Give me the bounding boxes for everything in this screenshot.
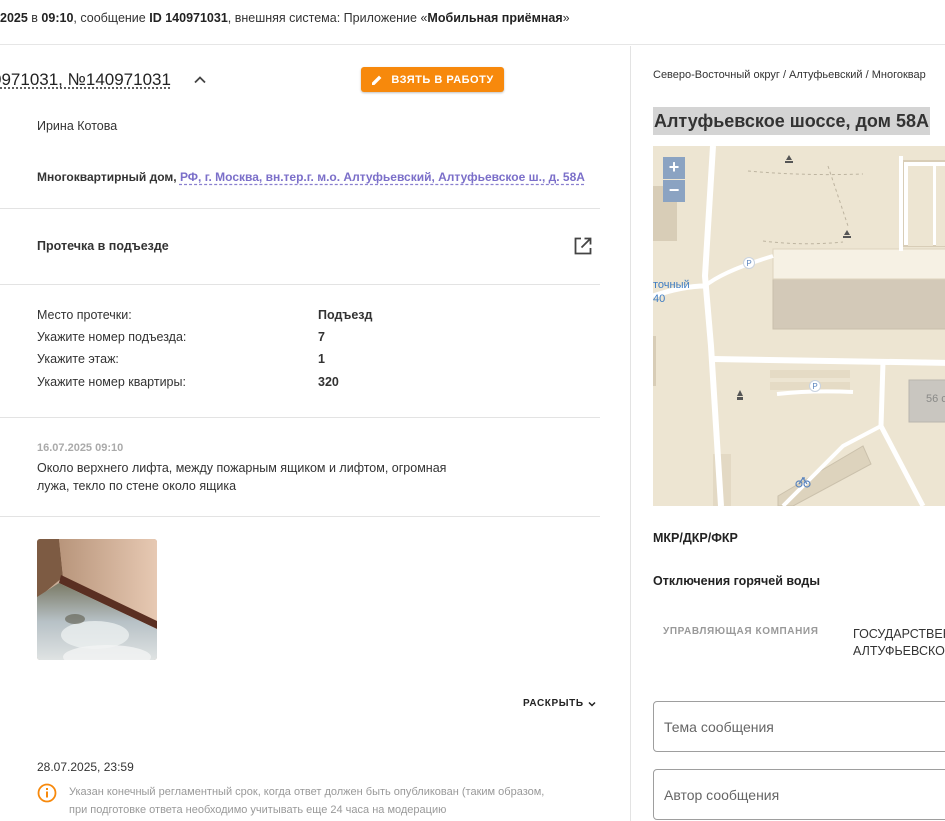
author-input[interactable] bbox=[653, 769, 945, 820]
management-company-value-line: ГОСУДАРСТВЕН bbox=[853, 627, 945, 641]
map-street-label-number: 40 bbox=[653, 293, 665, 305]
map-building-label: 56 с bbox=[926, 393, 945, 405]
divider bbox=[0, 284, 600, 285]
open-in-new-icon[interactable] bbox=[573, 236, 593, 256]
request-meta-line: 2025 в 09:10, сообщение ID 140971031, вн… bbox=[0, 11, 570, 25]
section-hot-water[interactable]: Отключения горячей воды bbox=[653, 574, 820, 588]
detail-label-apartment: Укажите номер квартиры: bbox=[37, 375, 186, 389]
message-date: 16.07.2025 09:10 bbox=[37, 442, 124, 454]
subject-input[interactable] bbox=[653, 701, 945, 752]
request-title[interactable]: 0971031, №140971031 bbox=[0, 70, 171, 90]
object-type: Многоквартирный дом, bbox=[37, 170, 177, 184]
take-to-work-button[interactable]: ВЗЯТЬ В РАБОТУ bbox=[361, 67, 504, 92]
management-company-value: ГОСУДАРСТВЕН АЛТУФЬЕВСКОГ bbox=[853, 626, 945, 660]
detail-value-entrance: 7 bbox=[318, 330, 325, 344]
detail-value-leak-place: Подъезд bbox=[318, 308, 373, 322]
divider bbox=[0, 208, 600, 209]
take-to-work-label: ВЗЯТЬ В РАБОТУ bbox=[391, 73, 494, 86]
breadcrumb: Северо-Восточный округ / Алтуфьевский / … bbox=[653, 69, 926, 81]
management-company-label: УПРАВЛЯЮЩАЯ КОМПАНИЯ bbox=[663, 626, 819, 637]
map-street-label: точный bbox=[653, 279, 690, 291]
author-name: Ирина Котова bbox=[37, 119, 118, 133]
detail-value-floor: 1 bbox=[318, 352, 325, 366]
photo-thumbnail-image bbox=[37, 539, 157, 660]
management-company-value-line: АЛТУФЬЕВСКОГ bbox=[853, 644, 945, 658]
expand-button[interactable]: РАСКРЫТЬ bbox=[523, 698, 597, 709]
top-bar: 2025 в 09:10, сообщение ID 140971031, вн… bbox=[0, 0, 945, 45]
divider bbox=[0, 516, 600, 517]
detail-value-apartment: 320 bbox=[318, 375, 339, 389]
svg-text:P: P bbox=[812, 382, 817, 391]
request-topic: Протечка в подъезде bbox=[37, 239, 169, 253]
chevron-down-icon bbox=[588, 701, 596, 707]
map-zoom-out-button[interactable]: − bbox=[663, 180, 685, 202]
object-line: Многоквартирный дом, РФ, г. Москва, вн.т… bbox=[37, 170, 585, 184]
object-address-title: Алтуфьевское шоссе, дом 58А bbox=[653, 107, 931, 135]
object-address-link[interactable]: РФ, г. Москва, вн.тер.г. м.о. Алтуфьевск… bbox=[180, 170, 585, 184]
chevron-up-icon[interactable] bbox=[193, 73, 207, 87]
object-panel: Северо-Восточный округ / Алтуфьевский / … bbox=[632, 46, 945, 821]
info-icon bbox=[37, 783, 57, 803]
attached-photo[interactable] bbox=[37, 539, 157, 660]
expand-label: РАСКРЫТЬ bbox=[523, 698, 584, 709]
deadline-note: Указан конечный регламентный срок, когда… bbox=[69, 786, 545, 816]
request-panel: 0971031, №140971031 ВЗЯТЬ В РАБОТУ Ирина… bbox=[0, 46, 631, 821]
map-zoom-in-button[interactable]: + bbox=[663, 157, 685, 179]
detail-label-floor: Укажите этаж: bbox=[37, 352, 119, 366]
deadline-date: 28.07.2025, 23:59 bbox=[37, 760, 134, 774]
detail-label-leak-place: Место протечки: bbox=[37, 308, 132, 322]
parking-icon: P bbox=[809, 380, 821, 392]
message-text: Около верхнего лифта, между пожарным ящи… bbox=[37, 461, 447, 493]
object-map[interactable]: P P точный 40 56 с + − bbox=[653, 146, 945, 506]
parking-icon: P bbox=[743, 257, 755, 269]
svg-text:P: P bbox=[746, 259, 751, 268]
section-mkr[interactable]: МКР/ДКР/ФКР bbox=[653, 531, 738, 545]
divider bbox=[0, 417, 600, 418]
pencil-icon bbox=[372, 75, 382, 85]
detail-label-entrance: Укажите номер подъезда: bbox=[37, 330, 187, 344]
map-canvas: P P точный 40 56 с bbox=[653, 146, 945, 506]
